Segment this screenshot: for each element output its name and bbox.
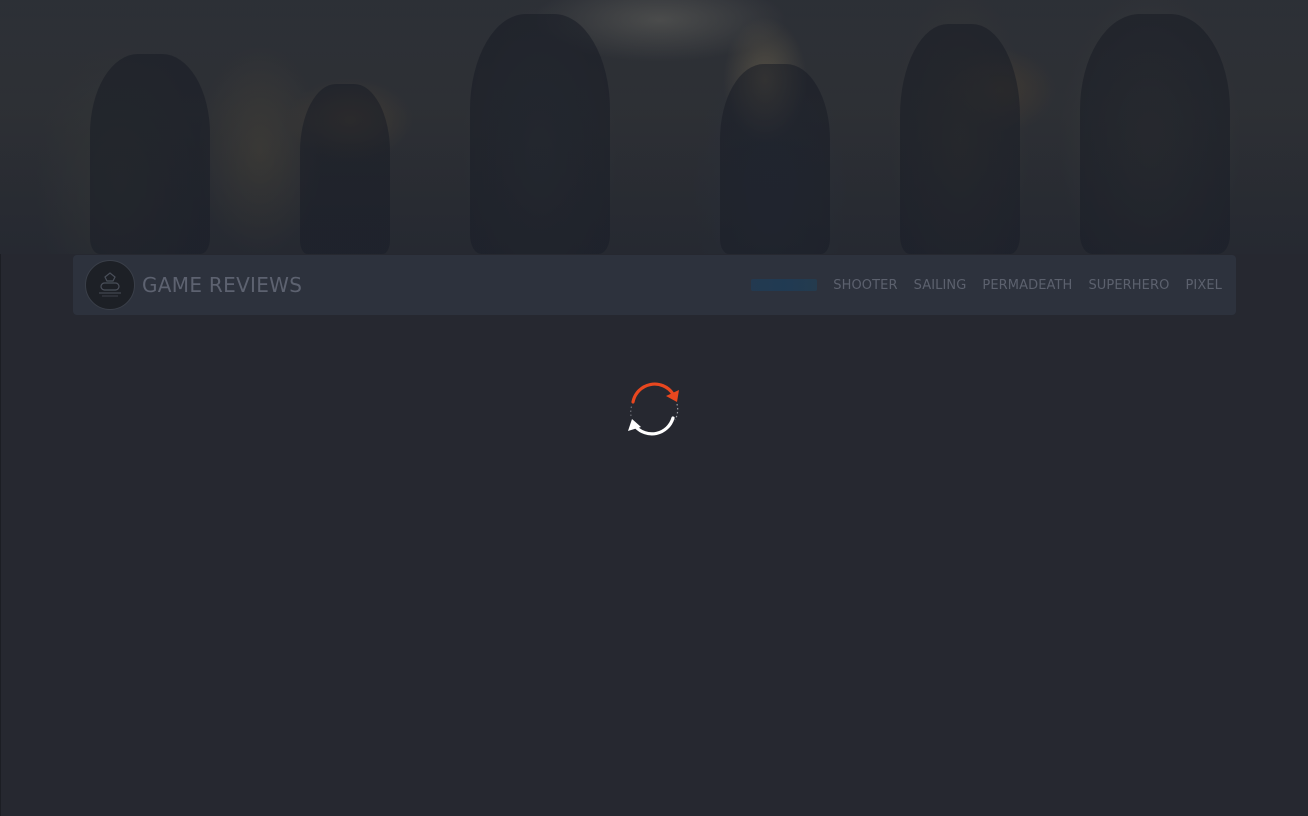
brand-home-link[interactable]: GAME REVIEWS (85, 260, 302, 310)
site-title: GAME REVIEWS (142, 273, 303, 297)
main-navbar: GAME REVIEWS SHOOTER SAILING PERMADEATH … (73, 255, 1236, 315)
nav-item-shooter[interactable]: SHOOTER (833, 278, 897, 293)
refresh-spinner-icon (628, 382, 679, 436)
hero-overlay (0, 0, 1308, 254)
hero-banner-image (0, 0, 1308, 254)
site-logo[interactable] (85, 260, 135, 310)
nav-item-superhero[interactable]: SUPERHERO (1088, 278, 1169, 293)
nav-item-pixel[interactable]: PIXEL (1185, 278, 1222, 293)
nav-item-sailing[interactable]: SAILING (914, 278, 967, 293)
nav-item-active-indicator (751, 279, 818, 291)
loading-indicator (625, 380, 683, 438)
page: GAME REVIEWS SHOOTER SAILING PERMADEATH … (0, 0, 1308, 816)
game-controller-emblem-icon (99, 272, 121, 297)
category-nav: SHOOTER SAILING PERMADEATH SUPERHERO PIX… (735, 278, 1222, 293)
nav-item-active[interactable] (751, 278, 818, 293)
nav-item-permadeath[interactable]: PERMADEATH (982, 278, 1072, 293)
